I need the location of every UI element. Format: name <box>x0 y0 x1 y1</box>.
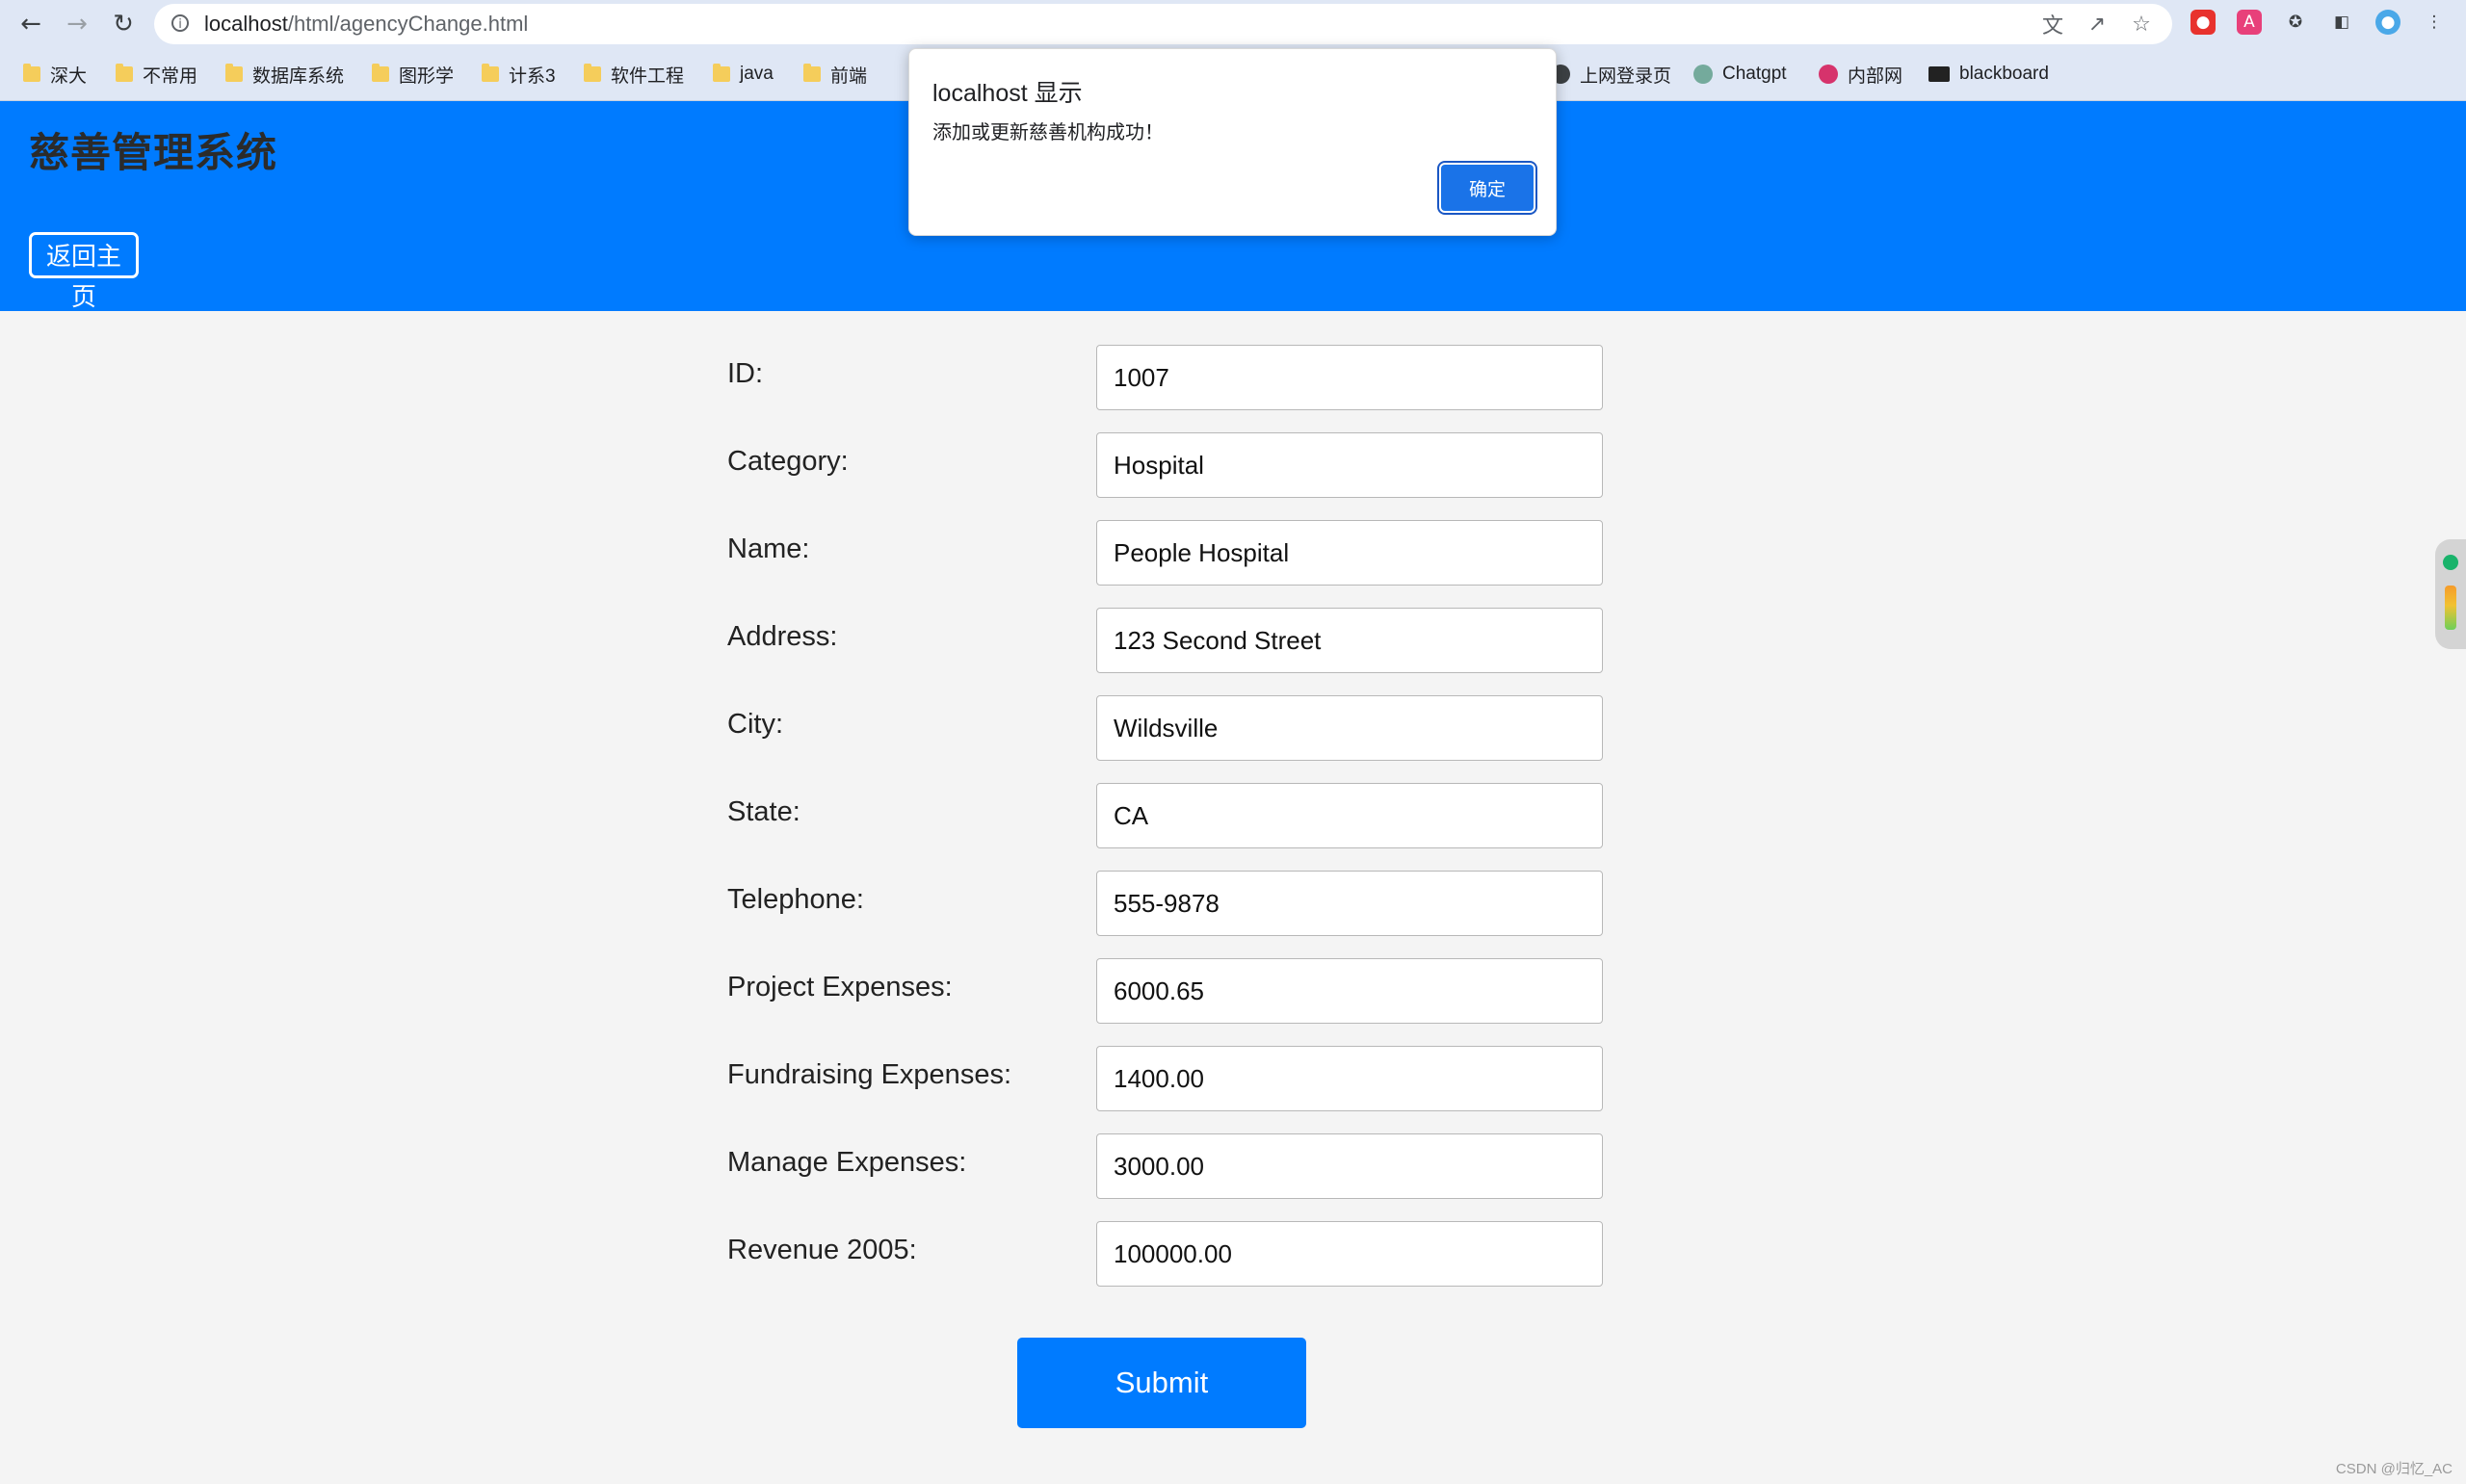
bookmark-item[interactable]: 上网登录页 <box>1551 60 1671 89</box>
bookmark-label: 计系3 <box>509 65 556 87</box>
telephone-label: Telephone: <box>727 884 864 915</box>
state-input[interactable] <box>1096 783 1603 848</box>
bookmark-label: 前端 <box>830 65 868 87</box>
dialog-message: 添加或更新慈善机构成功！ <box>932 122 1164 143</box>
form-row-telephone: Telephone: <box>0 871 2466 936</box>
form-row-state: State: <box>0 783 2466 848</box>
bookmark-label: java <box>740 64 774 84</box>
revenue-2005-label: Revenue 2005: <box>727 1235 917 1265</box>
revenue-2005-input[interactable] <box>1096 1221 1603 1287</box>
fundraising-expenses-label: Fundraising Expenses: <box>727 1059 1011 1090</box>
city-label: City: <box>727 709 783 740</box>
bookmark-item[interactable]: 图形学 <box>372 60 454 89</box>
home-button[interactable]: 返回主页 <box>29 232 139 311</box>
submit-button[interactable]: Submit <box>1017 1338 1306 1428</box>
fundraising-expenses-input[interactable] <box>1096 1046 1603 1111</box>
folder-icon <box>584 64 601 82</box>
bookmark-item[interactable]: 前端 <box>803 60 867 89</box>
name-label: Name: <box>727 534 810 564</box>
dialog-title: localhost 显示 <box>932 80 1083 107</box>
form-row-category: Category: <box>0 432 2466 498</box>
intranet-icon <box>1819 65 1838 84</box>
status-dot-icon <box>2443 555 2458 570</box>
manage-expenses-label: Manage Expenses: <box>727 1147 967 1178</box>
blackboard-icon <box>1928 66 1950 82</box>
project-expenses-label: Project Expenses: <box>727 972 953 1002</box>
form-row-project-expenses: Project Expenses: <box>0 958 2466 1024</box>
bookmark-label: blackboard <box>1959 64 2049 84</box>
bookmark-label: Chatgpt <box>1722 64 1787 84</box>
folder-icon <box>116 64 133 82</box>
name-input[interactable] <box>1096 520 1603 586</box>
page-title: 慈善管理系统 <box>29 130 278 175</box>
category-input[interactable] <box>1096 432 1603 498</box>
id-input[interactable] <box>1096 345 1603 410</box>
extensions-puzzle-icon[interactable]: ✪ <box>2283 10 2308 35</box>
profile-avatar-icon[interactable]: ● <box>2375 10 2400 35</box>
forward-arrow-icon[interactable]: → <box>60 8 94 40</box>
bookmark-label: 图形学 <box>399 65 455 87</box>
browser-toolbar: ← → ↻ i localhost/html/agencyChange.html… <box>0 0 2466 48</box>
translate-icon[interactable]: 文 <box>2038 11 2067 39</box>
folder-icon <box>225 64 243 82</box>
bookmark-label: 软件工程 <box>611 65 685 87</box>
city-input[interactable] <box>1096 695 1603 761</box>
state-label: State: <box>727 796 800 827</box>
telephone-input[interactable] <box>1096 871 1603 936</box>
bookmark-label: 上网登录页 <box>1580 65 1672 87</box>
url-text[interactable]: localhost/html/agencyChange.html <box>204 12 528 37</box>
floating-side-widget[interactable] <box>2435 539 2466 649</box>
folder-icon <box>482 64 499 82</box>
bookmark-item[interactable]: blackboard <box>1928 60 2049 89</box>
translate-extension-icon[interactable]: A <box>2237 10 2262 35</box>
bookmark-item[interactable]: java <box>713 60 774 89</box>
form-row-fundraising-expenses: Fundraising Expenses: <box>0 1046 2466 1111</box>
form-row-id: ID: <box>0 345 2466 410</box>
bookmark-label: 深大 <box>50 65 88 87</box>
extension-red-icon[interactable]: ● <box>2191 10 2216 35</box>
bookmark-label: 数据库系统 <box>252 65 345 87</box>
project-expenses-input[interactable] <box>1096 958 1603 1024</box>
folder-icon <box>803 64 821 82</box>
bookmark-item[interactable]: 数据库系统 <box>225 60 344 89</box>
bookmark-item[interactable]: 不常用 <box>116 60 197 89</box>
alert-dialog: localhost 显示 添加或更新慈善机构成功！ 确定 <box>908 48 1557 236</box>
folder-icon <box>23 64 40 82</box>
progress-bar-icon <box>2445 586 2456 630</box>
url-host: localhost <box>204 12 288 36</box>
form-row-name: Name: <box>0 520 2466 586</box>
url-path: /html/agencyChange.html <box>287 12 529 36</box>
bookmark-star-icon[interactable]: ☆ <box>2127 11 2156 38</box>
bookmark-label: 内部网 <box>1848 65 1903 87</box>
id-label: ID: <box>727 358 764 389</box>
site-info-icon[interactable]: i <box>171 14 189 32</box>
bookmark-item[interactable]: Chatgpt <box>1693 60 1787 89</box>
folder-icon <box>372 64 389 82</box>
chatgpt-icon <box>1693 65 1713 84</box>
form-row-address: Address: <box>0 608 2466 673</box>
bookmark-item[interactable]: 内部网 <box>1819 60 1902 89</box>
bookmark-item[interactable]: 软件工程 <box>584 60 684 89</box>
reload-icon[interactable]: ↻ <box>106 8 141 40</box>
side-panel-icon[interactable]: ◧ <box>2329 10 2354 35</box>
form-row-revenue-2005: Revenue 2005: <box>0 1221 2466 1287</box>
address-bar[interactable]: i localhost/html/agencyChange.html 文 ↗ ☆ <box>154 4 2172 44</box>
manage-expenses-input[interactable] <box>1096 1133 1603 1199</box>
menu-kebab-icon[interactable]: ⋮ <box>2422 10 2447 35</box>
form-row-city: City: <box>0 695 2466 761</box>
category-label: Category: <box>727 446 849 477</box>
form-row-manage-expenses: Manage Expenses: <box>0 1133 2466 1199</box>
address-input[interactable] <box>1096 608 1603 673</box>
bookmark-item[interactable]: 深大 <box>23 60 87 89</box>
back-arrow-icon[interactable]: ← <box>13 8 48 40</box>
watermark: CSDN @归忆_AC <box>2335 1461 2453 1477</box>
folder-icon <box>713 64 730 82</box>
bookmark-item[interactable]: 计系3 <box>482 60 556 89</box>
bookmark-label: 不常用 <box>143 65 198 87</box>
share-icon[interactable]: ↗ <box>2083 11 2112 38</box>
address-label: Address: <box>727 621 838 652</box>
dialog-ok-button[interactable]: 确定 <box>1441 165 1534 211</box>
